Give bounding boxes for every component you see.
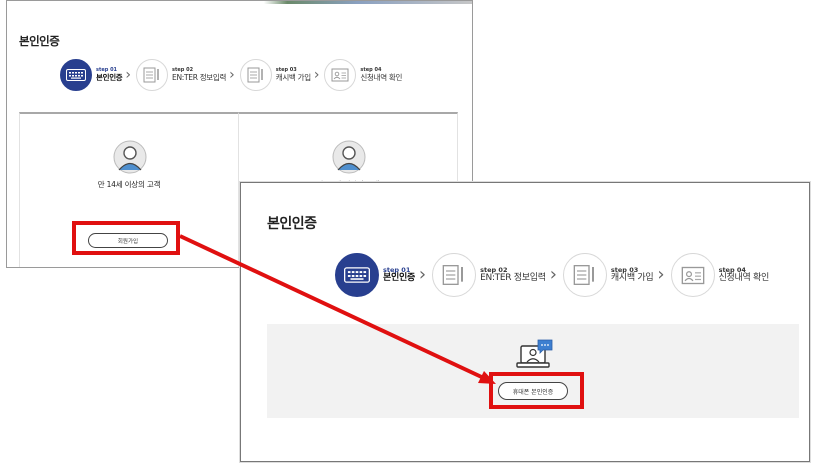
highlight-box-phone-verification [489,372,584,409]
chevron-right-icon: › [313,67,320,83]
user-avatar-icon [332,140,366,178]
step-progress: step 01 본인인증 › step 02 EN:TER 정보입력 › ste… [60,59,402,91]
step-label: EN:TER 정보입력 [480,272,546,283]
step-progress: step 01 본인인증 › step 02 EN:TER 정보입력 › ste… [335,253,769,297]
page-title: 본인인증 [19,34,60,48]
id-card-icon [670,253,715,297]
chevron-right-icon: › [418,264,427,285]
step-4: step 04 신청내역 확인 [324,59,402,91]
form-pen-icon [432,253,477,297]
chevron-right-icon: › [657,264,665,285]
top-strip [7,1,472,4]
step-label: 신청내역 확인 [360,72,403,82]
step-1: step 01 본인인증 › [335,253,432,297]
keyboard-icon [60,59,92,91]
step-label: 캐시백 가입 [610,272,654,283]
step-label: 캐시백 가입 [275,72,311,82]
step-1: step 01 본인인증 › [60,59,136,91]
step-label: EN:TER 정보입력 [172,72,227,82]
page-title: 본인인증 [267,216,317,232]
id-card-icon [324,59,357,91]
step-3: step 03 캐시백 가입 › [562,253,671,297]
step-label: 본인인증 [96,72,123,82]
step-label: 신청내역 확인 [718,272,770,283]
highlight-box-signup [72,221,180,255]
chevron-right-icon: › [229,67,235,83]
user-avatar-icon [113,140,147,178]
step-4: step 04 신청내역 확인 [670,253,770,297]
form-pen-icon [239,59,272,91]
chevron-right-icon: › [125,67,132,83]
front-page-screenshot: 본인인증 step 01 본인인증 › step 02 EN:TER 정보입력 … [240,182,810,462]
card-label: 만 14세 이상의 고객 [97,180,161,189]
step-2: step 02 EN:TER 정보입력 › [432,253,563,297]
step-2: step 02 EN:TER 정보입력 › [136,59,240,91]
form-pen-icon [136,59,169,91]
keyboard-icon [335,253,379,297]
step-label: 본인인증 [383,272,415,283]
step-3: step 03 캐시백 가입 › [239,59,325,91]
form-pen-icon [562,253,607,297]
chevron-right-icon: › [549,264,557,285]
